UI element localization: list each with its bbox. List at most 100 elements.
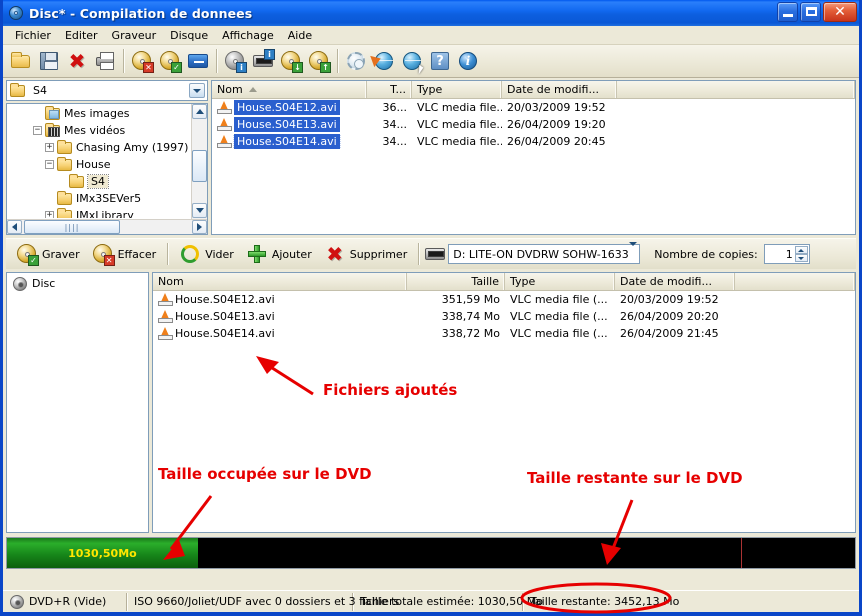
maximize-button[interactable] bbox=[800, 2, 821, 22]
tree-item[interactable]: + IMxLibrary bbox=[7, 207, 190, 218]
add-button-label: Ajouter bbox=[271, 247, 312, 261]
path-combobox-value: S4 bbox=[33, 84, 47, 97]
compilation-file-list[interactable]: Nom Taille Type Date de modifi... House.… bbox=[152, 272, 856, 533]
empty-button[interactable]: Vider bbox=[173, 241, 240, 267]
tree-item[interactable]: − Mes vidéos bbox=[7, 122, 190, 139]
table-row[interactable]: House.S04E12.avi 351,59 Mo VLC media fil… bbox=[153, 291, 855, 308]
compilation-root-item[interactable]: Disc bbox=[7, 273, 148, 291]
print-button[interactable] bbox=[91, 47, 119, 75]
burn-disc-button[interactable]: ✓ bbox=[156, 47, 184, 75]
stepper-up-button[interactable] bbox=[794, 246, 808, 254]
settings-button[interactable] bbox=[342, 47, 370, 75]
red-x-icon: ✖ bbox=[326, 242, 344, 266]
status-filesystem: ISO 9660/Joliet/UDF avec 0 dossiers et 3… bbox=[127, 592, 399, 611]
read-disc-button[interactable]: ↓ bbox=[277, 47, 305, 75]
menu-affichage[interactable]: Affichage bbox=[215, 27, 281, 44]
column-header-type[interactable]: Type bbox=[505, 273, 615, 290]
remove-button[interactable]: ✖ Supprimer bbox=[318, 241, 414, 267]
table-row[interactable]: House.S04E12.avi 36... VLC media file...… bbox=[212, 99, 855, 116]
tree-vertical-scrollbar[interactable] bbox=[191, 104, 207, 234]
table-row[interactable]: House.S04E13.avi 338,74 Mo VLC media fil… bbox=[153, 308, 855, 325]
chevron-down-icon[interactable] bbox=[628, 242, 637, 262]
open-folder-button[interactable] bbox=[7, 47, 35, 75]
disc-green-check-icon: ✓ bbox=[159, 50, 182, 73]
minimize-button[interactable] bbox=[777, 2, 798, 22]
expand-toggle[interactable]: + bbox=[45, 211, 54, 218]
status-total-size: Taille totale estimée: 1030,50 Mo bbox=[353, 592, 543, 611]
table-row[interactable]: House.S04E13.avi 34... VLC media file...… bbox=[212, 116, 855, 133]
open-folder-icon bbox=[10, 50, 32, 72]
update-button[interactable] bbox=[370, 47, 398, 75]
column-header-date[interactable]: Date de modifi... bbox=[615, 273, 735, 290]
write-disc-button[interactable]: ↑ bbox=[305, 47, 333, 75]
copies-label: Nombre de copies: bbox=[654, 247, 758, 261]
drive-select[interactable]: D: LITE-ON DVDRW SOHW-1633 bbox=[448, 242, 641, 264]
menu-fichier[interactable]: Fichier bbox=[8, 27, 58, 44]
erase-disc-button[interactable]: ✕ bbox=[128, 47, 156, 75]
column-header-extra[interactable] bbox=[735, 273, 855, 290]
website-button[interactable] bbox=[398, 47, 426, 75]
table-row[interactable]: House.S04E14.avi 34... VLC media file...… bbox=[212, 133, 855, 150]
tree-item[interactable]: − House bbox=[7, 156, 190, 173]
vlc-file-icon bbox=[158, 310, 173, 323]
burn-button-label: Graver bbox=[42, 247, 80, 261]
tree-item[interactable]: Mes images bbox=[7, 105, 190, 122]
column-header-name[interactable]: Nom bbox=[212, 81, 367, 98]
collapse-toggle[interactable]: − bbox=[33, 126, 42, 135]
scroll-thumb[interactable]: |||| bbox=[24, 220, 120, 234]
browser-area: S4 Mes images − Mes vidéos + Chasing Amy… bbox=[3, 78, 859, 235]
compilation-tree[interactable]: Disc bbox=[6, 272, 149, 533]
scroll-right-button[interactable] bbox=[192, 220, 207, 234]
source-file-list[interactable]: Nom T... Type Date de modifi... House.S0… bbox=[211, 80, 856, 235]
column-header-size[interactable]: T... bbox=[367, 81, 412, 98]
menu-aide[interactable]: Aide bbox=[281, 27, 319, 44]
column-header-date[interactable]: Date de modifi... bbox=[502, 81, 617, 98]
scroll-thumb[interactable] bbox=[192, 150, 207, 182]
expand-toggle[interactable]: + bbox=[45, 143, 54, 152]
disc-red-x-icon: ✕ bbox=[92, 243, 115, 266]
path-combobox[interactable]: S4 bbox=[6, 80, 208, 101]
table-row[interactable]: House.S04E14.avi 338,72 Mo VLC media fil… bbox=[153, 325, 855, 342]
tree-item[interactable]: IMx3SEVer5 bbox=[7, 190, 190, 207]
disc-icon bbox=[10, 594, 24, 609]
column-header-size[interactable]: Taille bbox=[407, 273, 505, 290]
tree-horizontal-scrollbar[interactable]: |||| bbox=[7, 219, 207, 234]
folder-tree[interactable]: Mes images − Mes vidéos + Chasing Amy (1… bbox=[6, 103, 208, 235]
about-button[interactable]: i bbox=[454, 47, 482, 75]
file-name: House.S04E12.avi bbox=[234, 100, 340, 115]
close-button[interactable]: ✕ bbox=[823, 2, 857, 22]
globe-cursor-icon bbox=[401, 50, 424, 75]
burn-button[interactable]: ✓ Graver bbox=[10, 241, 86, 267]
scroll-left-button[interactable] bbox=[7, 220, 22, 234]
delete-button[interactable]: ✖ bbox=[63, 47, 91, 75]
scroll-down-button[interactable] bbox=[192, 203, 207, 218]
column-header-name[interactable]: Nom bbox=[153, 273, 407, 290]
erase-button[interactable]: ✕ Effacer bbox=[86, 241, 163, 267]
disc-upload-icon: ↑ bbox=[308, 50, 331, 73]
file-date: 20/03/2009 19:52 bbox=[507, 101, 606, 114]
tree-item[interactable]: + Chasing Amy (1997) bbox=[7, 139, 190, 156]
menu-graveur[interactable]: Graveur bbox=[105, 27, 164, 44]
scroll-up-button[interactable] bbox=[192, 104, 207, 119]
save-button[interactable] bbox=[35, 47, 63, 75]
drive-info-button[interactable]: i bbox=[249, 47, 277, 75]
capacity-limit-marker bbox=[740, 538, 742, 568]
copies-stepper[interactable]: 1 bbox=[763, 244, 810, 264]
help-button[interactable]: ? bbox=[426, 47, 454, 75]
disc-info-button[interactable]: i bbox=[221, 47, 249, 75]
chevron-down-icon[interactable] bbox=[189, 83, 205, 98]
add-button[interactable]: Ajouter bbox=[240, 241, 318, 267]
minimize-panel-button[interactable] bbox=[184, 47, 212, 75]
stepper-down-button[interactable] bbox=[794, 254, 808, 262]
column-header-type[interactable]: Type bbox=[412, 81, 502, 98]
collapse-toggle[interactable]: − bbox=[45, 160, 54, 169]
file-size: 34... bbox=[382, 118, 408, 131]
column-header-extra[interactable] bbox=[617, 81, 855, 98]
remove-button-label: Supprimer bbox=[349, 247, 408, 261]
menu-disque[interactable]: Disque bbox=[163, 27, 215, 44]
toolbar-separator bbox=[123, 49, 124, 73]
tree-item-label: Chasing Amy (1997) bbox=[76, 141, 189, 154]
folder-icon bbox=[10, 82, 25, 97]
tree-item-selected[interactable]: S4 bbox=[7, 173, 190, 190]
menu-editer[interactable]: Editer bbox=[58, 27, 105, 44]
